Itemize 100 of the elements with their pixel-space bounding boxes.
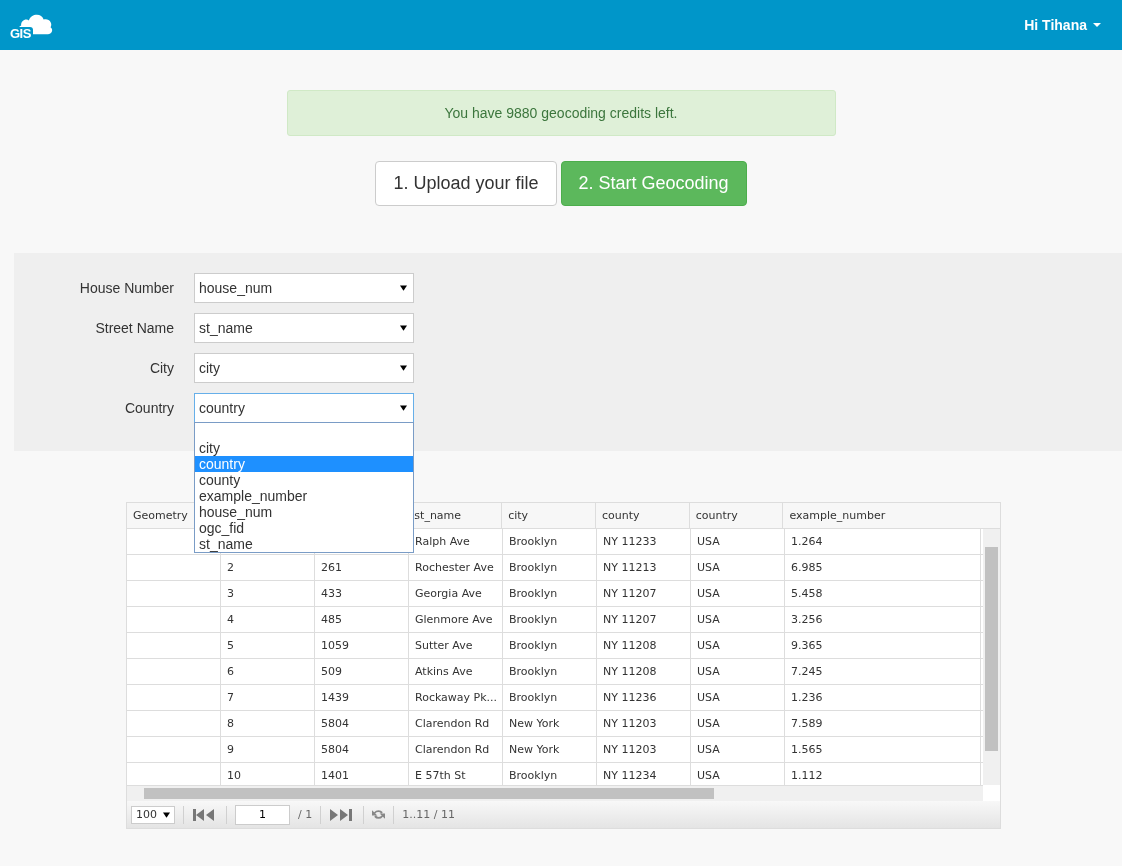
table-cell: 5804 (321, 743, 349, 756)
table-cell: 485 (321, 613, 342, 626)
table-cell: USA (697, 613, 720, 626)
page-input[interactable]: 1 (235, 804, 290, 825)
table-cell: USA (697, 691, 720, 704)
table-cell: Rochester Ave (415, 561, 494, 574)
column-header[interactable]: city (508, 509, 529, 522)
table-cell: Clarendon Rd (415, 717, 490, 730)
table-cell: 10 (227, 769, 241, 782)
dropdown-option[interactable]: ogc_fid (195, 520, 413, 536)
caret-icon (163, 811, 170, 818)
table-cell: Brooklyn (509, 691, 558, 704)
table-cell: NY 11203 (603, 717, 657, 730)
table-cell: Sutter Ave (415, 639, 473, 652)
table-cell: NY 11233 (603, 535, 657, 548)
table-cell: 1.565 (791, 743, 823, 756)
table-cell: 1401 (321, 769, 349, 782)
horizontal-scrollbar[interactable] (127, 785, 983, 801)
table-cell: USA (697, 743, 720, 756)
table-cell: E 57th St (415, 769, 466, 782)
table-cell: 6 (227, 665, 234, 678)
column-header[interactable]: country (695, 509, 738, 522)
table-cell: 9.365 (791, 639, 823, 652)
table-cell: USA (697, 535, 720, 548)
field-label: House Number (78, 280, 174, 296)
table-cell: 4 (227, 613, 234, 626)
dropdown-option[interactable]: house_num (195, 504, 413, 520)
caret-icon (1093, 23, 1101, 27)
select-field[interactable]: city (194, 353, 414, 383)
credits-alert: You have 9880 geocoding credits left. (286, 90, 836, 136)
table-cell: NY 11207 (603, 587, 657, 600)
table-cell: Brooklyn (509, 613, 558, 626)
table-cell: Brooklyn (509, 665, 558, 678)
table-cell: NY 11236 (603, 691, 657, 704)
caret-icon (400, 325, 407, 331)
table-cell: 2 (227, 561, 234, 574)
table-cell: 1.112 (791, 769, 823, 782)
caret-icon (400, 405, 407, 411)
table-cell: USA (697, 561, 720, 574)
caret-icon (400, 365, 407, 371)
table-cell: Glenmore Ave (415, 613, 493, 626)
logo-text: GIS (8, 27, 33, 40)
table-cell: Brooklyn (509, 769, 558, 782)
column-header[interactable]: county (601, 509, 640, 522)
dropdown-option[interactable]: county (195, 472, 413, 488)
table-cell: 7.589 (791, 717, 823, 730)
table-cell: 8 (227, 717, 234, 730)
table-cell: New York (509, 743, 560, 756)
table-cell: USA (697, 639, 720, 652)
table-cell: Atkins Ave (415, 665, 473, 678)
table-cell: USA (697, 769, 720, 782)
table-cell: Brooklyn (509, 639, 558, 652)
table-cell: 7.245 (791, 665, 823, 678)
select-field[interactable]: country (194, 393, 414, 423)
dropdown-option[interactable]: st_name (195, 536, 413, 552)
column-header[interactable]: Geometry (133, 509, 188, 522)
table-cell: 1059 (321, 639, 349, 652)
table-cell: 3.256 (791, 613, 823, 626)
step-button[interactable]: 1. Upload your file (375, 161, 557, 206)
record-range: 1..11 / 11 (402, 808, 455, 821)
column-header[interactable]: st_name (414, 509, 462, 522)
refresh-icon[interactable] (372, 808, 386, 821)
table-cell: USA (697, 717, 720, 730)
table-cell: 3 (227, 587, 234, 600)
page-total: / 1 (298, 808, 313, 821)
table-cell: USA (697, 587, 720, 600)
table-cell: Georgia Ave (415, 587, 482, 600)
table-cell: Clarendon Rd (415, 743, 490, 756)
table-cell: 509 (321, 665, 342, 678)
table-cell: NY 11213 (603, 561, 657, 574)
table-cell: New York (509, 717, 560, 730)
table-cell: 433 (321, 587, 342, 600)
table-cell: 7 (227, 691, 234, 704)
table-cell: 261 (321, 561, 342, 574)
table-cell: 9 (227, 743, 234, 756)
dropdown-option[interactable]: city (195, 440, 413, 456)
table-cell: 6.985 (791, 561, 823, 574)
select-field[interactable]: st_name (194, 313, 414, 343)
column-header[interactable]: example_number (789, 509, 886, 522)
table-cell: 5 (227, 639, 234, 652)
table-cell: 1.236 (791, 691, 823, 704)
table-cell: NY 11203 (603, 743, 657, 756)
table-cell: NY 11208 (603, 665, 657, 678)
table-cell: Brooklyn (509, 561, 558, 574)
table-cell: NY 11207 (603, 613, 657, 626)
table-cell: 1.264 (791, 535, 823, 548)
table-cell: Ralph Ave (415, 535, 470, 548)
table-cell: 5.458 (791, 587, 823, 600)
table-cell: 5804 (321, 717, 349, 730)
table-cell: Brooklyn (509, 535, 558, 548)
field-label: Street Name (94, 320, 174, 336)
vertical-scrollbar[interactable] (983, 529, 1000, 785)
select-field[interactable]: house_num (194, 273, 414, 303)
field-label: Country (123, 400, 174, 416)
dropdown-option[interactable]: example_number (195, 488, 413, 504)
caret-icon (400, 285, 407, 291)
table-cell: Rockaway Pk... (415, 691, 498, 704)
field-label: City (148, 360, 174, 376)
page-size-select[interactable]: 100 (131, 805, 175, 824)
table-cell: NY 11234 (603, 769, 657, 782)
